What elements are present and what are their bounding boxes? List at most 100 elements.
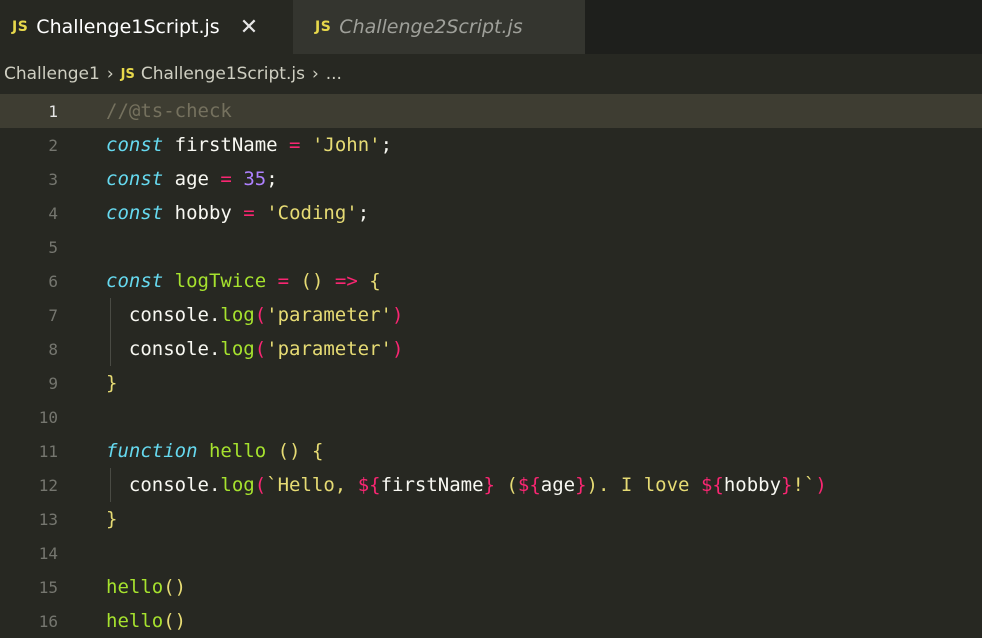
code-token: ) <box>392 338 404 360</box>
code-line[interactable]: 16 hello() <box>0 604 982 638</box>
code-token: log <box>220 338 255 360</box>
code-line[interactable]: 13} <box>0 502 982 536</box>
code-token: ; <box>380 134 393 156</box>
code-line[interactable]: 2 const firstName = 'John'; <box>0 128 982 162</box>
tab-challenge2script[interactable]: JS Challenge2Script.js <box>293 0 585 54</box>
code-text: console.log('parameter') <box>106 304 404 326</box>
tab-bar: JS Challenge1Script.js ✕ JS Challenge2Sc… <box>0 0 982 54</box>
code-token: const <box>106 134 164 156</box>
code-token: = <box>243 202 255 224</box>
code-token: = <box>220 168 232 190</box>
code-token: () <box>277 440 301 462</box>
code-token: ( <box>254 338 267 360</box>
code-line[interactable]: 9} <box>0 366 982 400</box>
code-token: } <box>483 474 495 496</box>
code-editor[interactable]: 1 //@ts-check 2 const firstName = 'John'; 3 c… <box>0 94 982 635</box>
code-text: const age = 35; <box>106 168 278 190</box>
code-token: 'John' <box>311 134 381 156</box>
line-number: 12 <box>38 475 58 495</box>
code-line[interactable]: 1 //@ts-check <box>0 94 982 128</box>
code-token: () <box>163 576 187 598</box>
js-file-icon: JS <box>120 66 135 82</box>
line-number: 1 <box>48 101 58 121</box>
code-text: hello() <box>106 576 186 598</box>
tab-label: Challenge1Script.js <box>36 16 220 38</box>
line-number: 11 <box>38 441 58 461</box>
line-number: 10 <box>38 407 58 427</box>
line-number: 5 <box>48 237 58 257</box>
code-token: } <box>575 474 587 496</box>
code-token: const <box>106 168 164 190</box>
code-token: 'Coding' <box>266 202 358 224</box>
code-text: const logTwice = () => { <box>106 270 381 292</box>
code-token: = <box>289 134 301 156</box>
code-token: ). I love <box>586 474 701 496</box>
code-token: () <box>163 610 187 632</box>
code-token: () <box>300 270 324 292</box>
code-line[interactable]: 6 const logTwice = () => { <box>0 264 982 298</box>
code-token: firstName <box>163 134 290 156</box>
code-text: //@ts-check <box>106 100 232 122</box>
line-number: 6 <box>48 271 58 291</box>
code-token: const <box>106 270 164 292</box>
code-token: } <box>781 474 793 496</box>
line-number: 7 <box>48 305 58 325</box>
close-icon[interactable]: ✕ <box>240 15 258 40</box>
code-line[interactable]: 15 hello() <box>0 570 982 604</box>
code-token: ${ <box>517 474 541 496</box>
code-token: age <box>540 474 576 496</box>
chevron-right-icon: › <box>311 64 319 84</box>
code-line[interactable]: 14 <box>0 536 982 570</box>
code-line[interactable]: 5 <box>0 230 982 264</box>
code-token: `Hello, <box>266 474 358 496</box>
code-token: ( <box>254 304 267 326</box>
code-line[interactable]: 7 console.log('parameter') <box>0 298 982 332</box>
chevron-right-icon: › <box>106 64 114 84</box>
tab-challenge1script[interactable]: JS Challenge1Script.js ✕ <box>0 0 293 54</box>
code-token: } <box>106 372 118 394</box>
code-token: hello <box>208 440 267 462</box>
line-number: 3 <box>48 169 58 189</box>
breadcrumb: Challenge1 › JS Challenge1Script.js › ..… <box>0 54 982 94</box>
code-line[interactable]: 3 const age = 35; <box>0 162 982 196</box>
code-token: hello <box>106 610 164 632</box>
code-token: ; <box>266 168 278 190</box>
code-token: hobby <box>723 474 782 496</box>
code-line[interactable]: 4 const hobby = 'Coding'; <box>0 196 982 230</box>
code-token: 'parameter' <box>266 304 393 326</box>
code-text: function hello () { <box>106 440 323 462</box>
code-token: //@ts-check <box>106 100 232 122</box>
code-text: } <box>106 372 117 394</box>
js-file-icon: JS <box>315 19 332 35</box>
code-token: firstName <box>380 474 484 496</box>
code-token: { <box>369 270 381 292</box>
breadcrumb-file[interactable]: Challenge1Script.js <box>141 64 305 84</box>
code-line[interactable]: 10 <box>0 400 982 434</box>
code-token: = <box>277 270 290 292</box>
tab-label: Challenge2Script.js <box>339 16 523 38</box>
code-token: ( <box>254 474 267 496</box>
breadcrumb-symbols[interactable]: ... <box>326 64 342 84</box>
breadcrumb-folder[interactable]: Challenge1 <box>4 64 100 84</box>
code-token: ) <box>815 474 827 496</box>
code-line[interactable]: 12 console.log(`Hello, ${firstName} (${a… <box>0 468 982 502</box>
code-line[interactable]: 11 function hello () { <box>0 434 982 468</box>
code-token: hello <box>106 576 164 598</box>
code-token: !` <box>792 474 816 496</box>
code-line[interactable]: 8 console.log('parameter') <box>0 332 982 366</box>
code-text: console.log(`Hello, ${firstName} (${age}… <box>106 474 827 496</box>
code-token: logTwice <box>174 270 267 292</box>
line-number: 8 <box>48 339 58 359</box>
code-token: function <box>106 440 198 462</box>
